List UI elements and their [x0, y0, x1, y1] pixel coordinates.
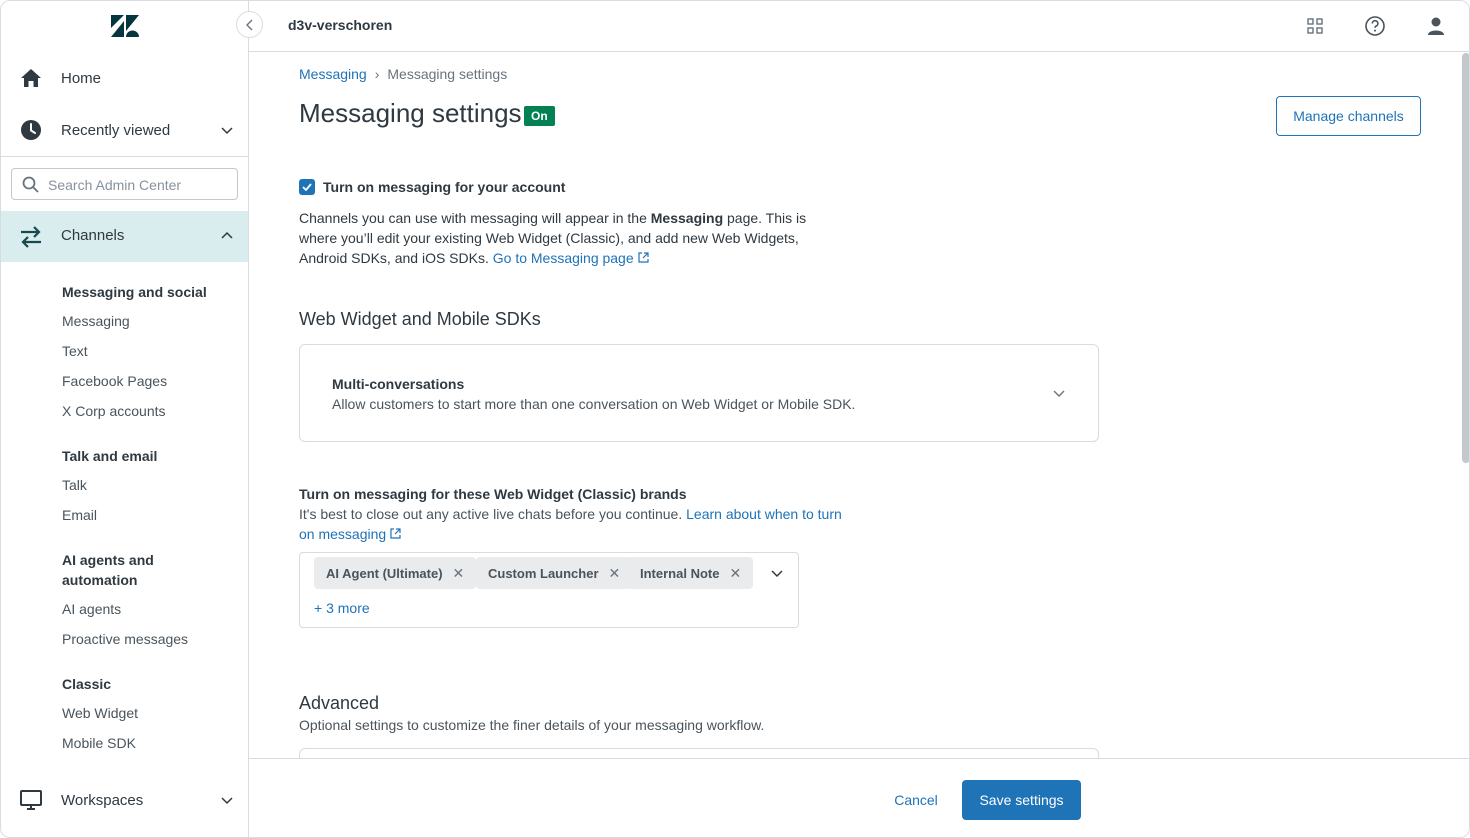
- subnav-item-facebook-pages[interactable]: Facebook Pages: [62, 371, 167, 391]
- go-to-messaging-link[interactable]: Go to Messaging page: [493, 250, 649, 266]
- desc-text: Channels you can use with messaging will…: [299, 210, 651, 226]
- admin-search[interactable]: [11, 168, 238, 200]
- external-link-icon: [637, 252, 649, 263]
- products-grid-icon[interactable]: [1304, 15, 1326, 37]
- nav-workspaces[interactable]: Workspaces: [1, 776, 248, 824]
- subnav-heading-talk-email: Talk and email: [62, 448, 158, 464]
- remove-tag-icon[interactable]: ✕: [609, 565, 621, 582]
- page-title: Messaging settings: [299, 98, 522, 128]
- advanced-description: Optional settings to customize the finer…: [299, 717, 765, 733]
- brand-tag[interactable]: AI Agent (Ultimate) ✕: [314, 557, 477, 589]
- cancel-button[interactable]: Cancel: [879, 781, 953, 819]
- subnav-item-x-corp[interactable]: X Corp accounts: [62, 401, 166, 421]
- subnav-heading-messaging-social: Messaging and social: [62, 284, 207, 300]
- monitor-icon: [20, 790, 42, 810]
- subnav-item-text[interactable]: Text: [62, 341, 88, 361]
- zendesk-logo-icon[interactable]: [111, 15, 139, 37]
- subnav-item-messaging[interactable]: Messaging: [62, 311, 130, 331]
- subnav-item-mobile-sdk[interactable]: Mobile SDK: [62, 733, 136, 753]
- desc-bold: Messaging: [650, 210, 724, 226]
- nav-recently-viewed-label: Recently viewed: [61, 121, 171, 139]
- breadcrumb-separator: ›: [374, 66, 380, 82]
- chevron-left-icon: [245, 19, 252, 30]
- messaging-description: Channels you can use with messaging will…: [299, 208, 839, 268]
- messaging-toggle-row[interactable]: Turn on messaging for your account: [299, 179, 565, 195]
- arrows-exchange-icon: [21, 226, 41, 248]
- remove-tag-icon[interactable]: ✕: [729, 565, 741, 582]
- save-settings-button[interactable]: Save settings: [962, 780, 1081, 820]
- subnav-item-proactive-messages[interactable]: Proactive messages: [62, 629, 188, 649]
- brand-tag-label: Custom Launcher: [488, 565, 599, 581]
- subnav-item-email[interactable]: Email: [62, 505, 97, 525]
- help-icon[interactable]: [1364, 15, 1386, 37]
- breadcrumb-current: Messaging settings: [387, 66, 508, 82]
- search-icon: [22, 176, 39, 193]
- messaging-checkbox-label: Turn on messaging for your account: [323, 179, 566, 195]
- section-advanced: Advanced: [299, 693, 380, 713]
- breadcrumb: Messaging › Messaging settings: [299, 66, 507, 82]
- brand-tag[interactable]: Custom Launcher ✕: [476, 557, 633, 589]
- subnav-item-ai-agents[interactable]: AI agents: [62, 599, 121, 619]
- manage-channels-button[interactable]: Manage channels: [1276, 96, 1421, 136]
- brand-tag[interactable]: Internal Note ✕: [628, 557, 754, 589]
- app-window: Home Recently viewed Channels Messaging …: [0, 0, 1470, 838]
- subnav-item-talk[interactable]: Talk: [62, 475, 87, 495]
- collapse-sidebar-button[interactable]: [236, 11, 263, 38]
- chevron-down-icon[interactable]: [1052, 386, 1066, 400]
- main-content: Messaging › Messaging settings Messaging…: [249, 52, 1461, 758]
- chevron-up-icon[interactable]: [220, 229, 234, 243]
- more-tags-link[interactable]: + 3 more: [314, 600, 370, 616]
- chevron-down-icon[interactable]: [220, 793, 234, 807]
- brands-hint-text: It's best to close out any active live c…: [299, 506, 687, 522]
- external-link-icon: [390, 528, 401, 539]
- clock-icon: [21, 120, 41, 140]
- brands-multiselect[interactable]: AI Agent (Ultimate) ✕ Custom Launcher ✕ In…: [299, 552, 799, 628]
- sidebar: Home Recently viewed Channels Messaging …: [1, 1, 249, 837]
- nav-recently-viewed[interactable]: Recently viewed: [1, 106, 248, 154]
- chevron-down-icon[interactable]: [770, 566, 784, 580]
- nav-channels-label: Channels: [61, 227, 125, 244]
- admin-search-input[interactable]: [48, 175, 228, 195]
- checkmark-icon: [302, 183, 312, 191]
- status-badge: On: [524, 106, 555, 126]
- brands-hint: It's best to close out any active live c…: [299, 504, 859, 544]
- main-scrollbar[interactable]: [1462, 53, 1469, 463]
- breadcrumb-messaging-link[interactable]: Messaging: [299, 66, 367, 82]
- brand-tag-label: AI Agent (Ultimate): [326, 565, 443, 581]
- sidebar-divider: [1, 156, 248, 157]
- remove-tag-icon[interactable]: ✕: [453, 565, 465, 582]
- multi-conversations-accordion[interactable]: Multi-conversations Allow customers to s…: [299, 344, 1099, 442]
- chevron-down-icon[interactable]: [220, 123, 234, 137]
- nav-workspaces-label: Workspaces: [61, 791, 144, 809]
- multi-conversations-desc: Allow customers to start more than one c…: [332, 396, 856, 412]
- subnav-heading-ai-agents: AI agents and automation: [62, 552, 154, 588]
- brand-tag-label: Internal Note: [640, 565, 720, 581]
- top-header: d3v-verschoren: [249, 1, 1469, 52]
- section-web-widget-sdks: Web Widget and Mobile SDKs: [299, 309, 541, 329]
- home-icon: [21, 69, 41, 87]
- subnav-item-web-widget[interactable]: Web Widget: [62, 703, 138, 723]
- user-avatar-icon[interactable]: [1425, 15, 1447, 37]
- messaging-checkbox[interactable]: [299, 179, 315, 195]
- account-name: d3v-verschoren: [288, 17, 393, 33]
- nav-channels[interactable]: Channels: [1, 211, 248, 262]
- go-to-messaging-link-text: Go to Messaging page: [492, 250, 634, 266]
- multi-conversations-title: Multi-conversations: [332, 376, 465, 392]
- action-footer: Cancel Save settings: [249, 758, 1469, 837]
- brands-label: Turn on messaging for these Web Widget (…: [299, 486, 687, 502]
- nav-home-label: Home: [61, 69, 102, 87]
- subnav-heading-classic: Classic: [62, 676, 112, 692]
- nav-home[interactable]: Home: [1, 54, 248, 102]
- advanced-accordion[interactable]: [299, 748, 1099, 758]
